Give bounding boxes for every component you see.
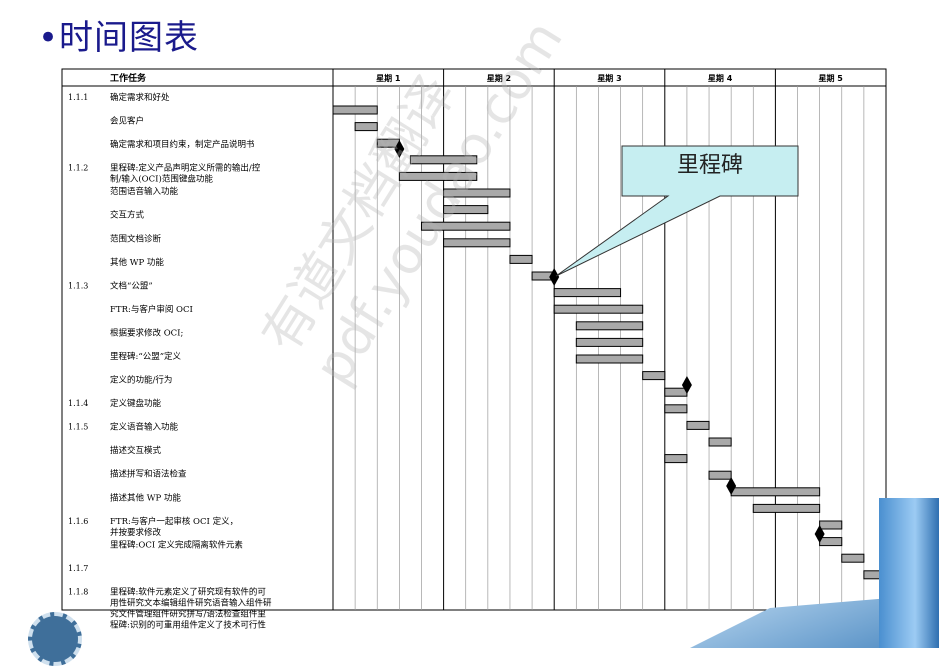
task-label: 确定需求和项目约束，制定产品说明书 xyxy=(110,139,255,150)
task-id: 1.1.5 xyxy=(68,423,88,432)
task-bar xyxy=(819,520,843,530)
task-id: 1.1.8 xyxy=(68,587,88,596)
milestone-callout-label: 里程碑 xyxy=(676,153,743,178)
task-label: 描述交互模式 xyxy=(110,445,162,456)
task-label: FTR:与客户审阅 OCI xyxy=(110,304,193,315)
task-label: 会见客户 xyxy=(110,116,144,127)
task-bar xyxy=(664,404,688,414)
task-bar xyxy=(398,171,478,181)
task-id: 1.1.7 xyxy=(68,564,88,573)
task-bar xyxy=(575,354,644,364)
task-bar xyxy=(730,487,821,497)
task-id: 1.1.6 xyxy=(68,517,88,526)
task-bar xyxy=(443,238,511,248)
task-bar xyxy=(664,387,688,397)
task-label: 定义键盘功能 xyxy=(110,398,162,409)
task-bar xyxy=(708,470,732,480)
task-bar xyxy=(819,537,843,547)
task-label: 根据要求修改 OCI; xyxy=(110,327,183,338)
task-bar xyxy=(664,454,688,464)
task-bar xyxy=(575,337,644,347)
task-bar xyxy=(553,288,622,298)
task-label: 确定需求和好处 xyxy=(110,92,170,103)
week-header: 星期 5 xyxy=(819,73,844,83)
task-bar xyxy=(686,420,710,430)
task-label: 里程碑:OCI 定义完成隔离软件元素 xyxy=(110,539,243,550)
task-bar xyxy=(332,105,378,115)
gantt-chart: 工作任务 星期 1 星期 2 星期 3 星期 4 星期 5 1.1.1 确定需求和好处会见客户… xyxy=(61,68,891,630)
task-label: 定义语音输入功能 xyxy=(110,422,179,433)
task-bar xyxy=(642,371,666,381)
task-bar xyxy=(509,254,533,264)
task-label: 描述其他 WP 功能 xyxy=(110,492,181,503)
task-label: 范围语音输入功能 xyxy=(110,186,179,197)
gear-icon xyxy=(28,612,82,666)
week-header: 星期 2 xyxy=(487,73,511,83)
task-bar xyxy=(409,155,478,165)
week-header: 星期 1 xyxy=(376,73,401,83)
task-id: 1.1.2 xyxy=(68,164,88,173)
task-label: 描述拼写和语法检查 xyxy=(110,469,187,480)
task-bar xyxy=(443,205,489,215)
week-header: 星期 3 xyxy=(597,73,621,83)
task-id: 1.1.3 xyxy=(68,281,88,290)
week-header: 星期 4 xyxy=(708,73,733,83)
task-label: 交互方式 xyxy=(110,210,145,221)
task-id: 1.1.1 xyxy=(68,93,88,102)
task-bar xyxy=(443,188,511,198)
task-bar xyxy=(575,321,644,331)
task-id: 1.1.4 xyxy=(68,399,88,408)
task-label: 其他 WP 功能 xyxy=(110,257,164,268)
task-bar xyxy=(752,503,821,513)
task-label: 定义的功能/行为 xyxy=(110,375,172,386)
task-label: 范围文档诊断 xyxy=(110,233,162,244)
task-label: 文档“公盟” xyxy=(110,280,153,291)
task-label: 里程碑:“公盟”定义 xyxy=(110,351,182,362)
task-column-header: 工作任务 xyxy=(110,72,147,84)
task-bar xyxy=(708,437,732,447)
task-bar xyxy=(420,221,511,231)
task-bar xyxy=(354,122,378,132)
task-label: 里程碑:软件元素定义了研究现有软件的可用性研究文本编辑组件研究语音输入组件研究文… xyxy=(110,586,272,630)
task-bar xyxy=(553,304,644,314)
task-bar xyxy=(841,553,865,563)
building-decoration xyxy=(879,498,939,648)
